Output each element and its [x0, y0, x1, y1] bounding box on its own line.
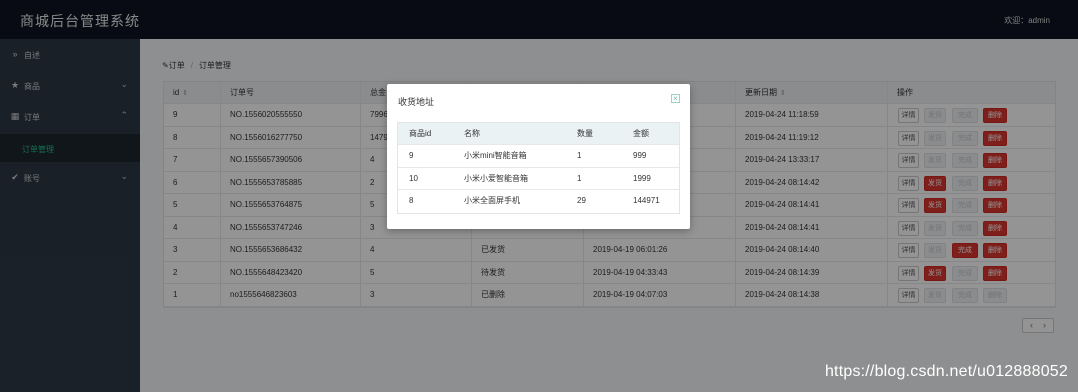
- modal-title: 收货地址: [398, 97, 435, 107]
- cell-product-id: 10: [409, 173, 418, 183]
- cell-product-id: 8: [409, 196, 414, 205]
- cell-quantity: 1: [577, 151, 582, 160]
- modal-table-row: 9 小米mini智能音箱 1 999: [398, 145, 679, 168]
- cell-quantity: 1: [577, 173, 582, 183]
- cell-amount: 999: [633, 151, 647, 160]
- modal-table-row: 10 小米小爱智能音箱 1 1999: [398, 168, 679, 190]
- cell-quantity: 29: [577, 196, 586, 205]
- col-header-product-id: 商品id: [409, 129, 432, 138]
- cell-name: 小米小爱智能音箱: [464, 173, 528, 183]
- order-items-table: 商品id 名称 数量 金额 9 小米mini智能音箱 1 999 10 小米小爱智能音箱 1…: [397, 122, 680, 214]
- cell-name: 小米mini智能音箱: [464, 151, 527, 160]
- cell-amount: 1999: [633, 173, 651, 183]
- cell-product-id: 9: [409, 151, 414, 160]
- watermark-url: https://blog.csdn.net/u012888052: [824, 363, 1068, 380]
- col-header-name: 名称: [464, 129, 480, 138]
- modal-table-header-row: 商品id 名称 数量 金额: [398, 123, 679, 145]
- close-icon[interactable]: ×: [671, 94, 680, 103]
- cell-name: 小米全面屏手机: [464, 196, 520, 205]
- cell-amount: 144971: [633, 196, 660, 205]
- modal-table-row: 8 小米全面屏手机 29 144971: [398, 190, 679, 213]
- shipping-address-modal: 收货地址 × 商品id 名称 数量 金额 9 小米mini智能音箱 1 999 10 小米…: [387, 84, 690, 229]
- col-header-amount: 金额: [633, 129, 649, 138]
- col-header-quantity: 数量: [577, 129, 593, 138]
